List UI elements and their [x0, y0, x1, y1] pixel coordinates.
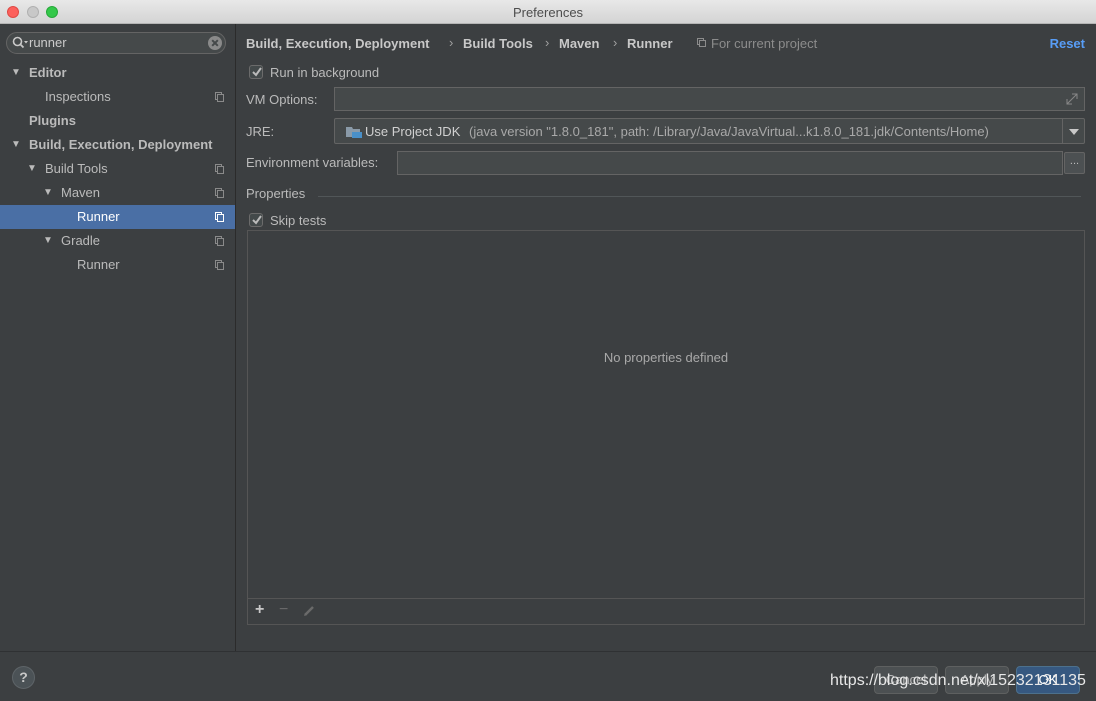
settings-sidebar: runner ▼ Editor Inspections Plugins ▼ Bu… — [0, 24, 236, 651]
settings-main-panel: Build, Execution, Deployment › Build Too… — [236, 24, 1096, 651]
skip-tests-label[interactable]: Skip tests — [270, 213, 326, 228]
jre-label: JRE: — [246, 124, 275, 139]
properties-toolbar: + − — [248, 598, 1084, 624]
breadcrumb-separator: › — [449, 35, 454, 50]
breadcrumb-separator: › — [545, 35, 550, 50]
tree-item-label: Plugins — [29, 113, 76, 128]
tree-item-label: Gradle — [61, 233, 101, 248]
tree-item-label: Build Tools — [45, 161, 108, 176]
section-divider — [318, 196, 1081, 197]
expanded-arrow-icon[interactable]: ▼ — [11, 61, 21, 85]
properties-section-title: Properties — [246, 186, 306, 201]
tree-item-plugins[interactable]: Plugins — [0, 109, 235, 133]
checkmark-icon — [252, 215, 262, 225]
breadcrumb-item[interactable]: Maven — [559, 36, 599, 51]
tree-item-gradle-runner[interactable]: Runner — [0, 253, 235, 277]
tree-item-label: Build, Execution, Deployment — [29, 137, 213, 152]
environment-variables-label: Environment variables: — [246, 155, 379, 170]
run-in-background-label[interactable]: Run in background — [270, 65, 379, 80]
tree-item-maven[interactable]: ▼ Maven — [0, 181, 235, 205]
settings-search-input[interactable]: runner — [29, 35, 67, 50]
environment-variables-browse-button[interactable]: ... — [1064, 152, 1085, 174]
copy-settings-icon — [215, 212, 224, 222]
breadcrumb-item[interactable]: Runner — [627, 36, 673, 51]
chevron-down-icon[interactable] — [1062, 119, 1084, 143]
tree-item-label: Editor — [29, 65, 67, 80]
copy-settings-icon — [215, 188, 224, 198]
edit-pencil-icon[interactable] — [303, 605, 315, 617]
copy-settings-icon — [215, 260, 224, 270]
tree-item-inspections[interactable]: Inspections — [0, 85, 235, 109]
breadcrumb-separator: › — [613, 35, 618, 50]
reset-link[interactable]: Reset — [1050, 36, 1085, 51]
jre-dropdown[interactable]: Use Project JDK (java version "1.8.0_181… — [334, 118, 1085, 144]
run-in-background-checkbox[interactable] — [249, 65, 263, 79]
dialog-button-bar: ? Cancel Apply OK https://blog.csdn.net/… — [0, 651, 1096, 701]
skip-tests-checkbox[interactable] — [249, 213, 263, 227]
copy-settings-icon — [215, 236, 224, 246]
jre-selected-value: Use Project JDK — [365, 124, 461, 139]
add-property-button[interactable]: + — [255, 601, 264, 619]
remove-property-button[interactable]: − — [279, 601, 288, 619]
breadcrumb-item[interactable]: Build, Execution, Deployment — [246, 36, 429, 51]
tree-item-build-tools[interactable]: ▼ Build Tools — [0, 157, 235, 181]
vm-options-field[interactable] — [334, 87, 1085, 111]
watermark-text: https://blog.csdn.net/xl15232131135 — [830, 672, 1086, 689]
search-icon[interactable] — [12, 36, 28, 50]
tree-item-build-execution-deployment[interactable]: ▼ Build, Execution, Deployment — [0, 133, 235, 157]
tree-item-maven-runner[interactable]: Runner — [0, 205, 235, 229]
copy-settings-icon — [215, 92, 224, 102]
jre-detail: (java version "1.8.0_181", path: /Librar… — [469, 124, 989, 139]
expanded-arrow-icon[interactable]: ▼ — [43, 229, 53, 253]
expanded-arrow-icon[interactable]: ▼ — [27, 157, 37, 181]
clear-search-icon[interactable] — [208, 36, 222, 50]
tree-item-label: Runner — [77, 257, 120, 272]
project-scope-icon — [697, 38, 706, 47]
breadcrumb-item[interactable]: Build Tools — [463, 36, 533, 51]
scope-label: For current project — [711, 36, 818, 51]
jdk-folder-icon — [346, 127, 362, 138]
expanded-arrow-icon[interactable]: ▼ — [11, 133, 21, 157]
window-titlebar: Preferences — [0, 0, 1096, 24]
tree-item-label: Maven — [61, 185, 101, 200]
tree-item-label: Runner — [77, 209, 120, 224]
expand-icon[interactable] — [1065, 92, 1079, 106]
empty-properties-text: No properties defined — [603, 350, 729, 365]
vm-options-label: VM Options: — [246, 92, 318, 107]
expanded-arrow-icon[interactable]: ▼ — [43, 181, 53, 205]
tree-item-gradle[interactable]: ▼ Gradle — [0, 229, 235, 253]
tree-item-editor[interactable]: ▼ Editor — [0, 61, 235, 85]
settings-search-field[interactable]: runner — [6, 32, 226, 54]
environment-variables-field[interactable] — [397, 151, 1063, 175]
window-title: Preferences — [512, 5, 584, 20]
help-button[interactable]: ? — [12, 666, 35, 689]
copy-settings-icon — [215, 164, 224, 174]
checkmark-icon — [252, 67, 262, 77]
tree-item-label: Inspections — [45, 89, 111, 104]
properties-table[interactable]: No properties defined + − — [247, 230, 1085, 625]
